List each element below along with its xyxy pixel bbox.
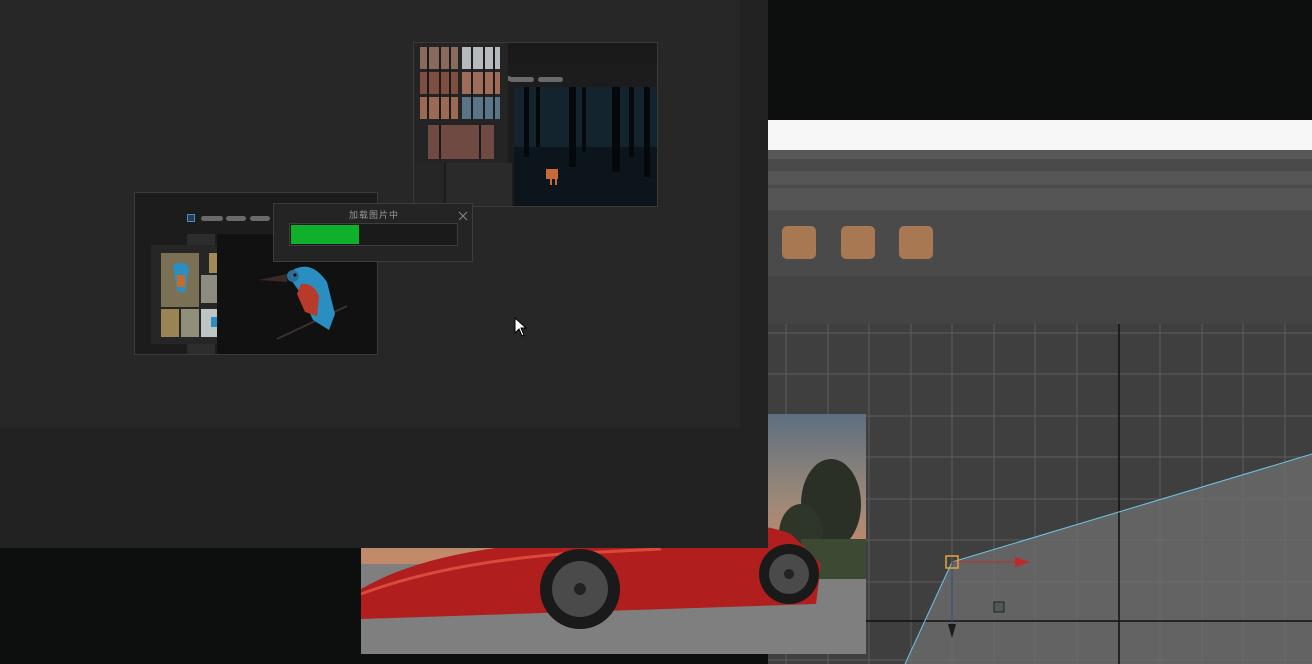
color-swatch-3[interactable] [899, 226, 933, 259]
progress-bar-fill [291, 225, 359, 244]
window-app-icon [187, 214, 195, 222]
panel-stripe [768, 188, 1312, 210]
panel-stripe [768, 171, 1312, 185]
forest-image-art [514, 87, 657, 206]
window-menu-pill [226, 216, 246, 221]
thumbnail-grid-images [420, 47, 500, 159]
background-app-title-bar [768, 120, 1312, 150]
color-swatch-2[interactable] [841, 226, 875, 259]
curve-fill-area [905, 454, 1312, 664]
loading-dialog-title: 加载图片中 [348, 211, 399, 221]
preview-window-forest[interactable] [413, 42, 658, 207]
forest-image [514, 87, 657, 206]
window-sidebar-panel [446, 163, 512, 206]
loading-dialog: 加载图片中 [273, 203, 473, 262]
curve-secondary-handle[interactable] [993, 601, 1005, 613]
close-icon[interactable] [457, 207, 469, 221]
window-menu-pill [250, 216, 270, 221]
color-swatch-1[interactable] [782, 226, 816, 259]
progress-bar [289, 223, 458, 246]
window-sidebar [414, 163, 444, 206]
panel-stripe [768, 276, 1312, 324]
window-menu-pill [538, 77, 563, 82]
window-menu-pill [201, 216, 223, 221]
thumbnail-grid [414, 43, 508, 163]
window-menu-pill [509, 77, 534, 82]
mouse-pointer-icon [514, 316, 528, 337]
panel-stripe [768, 150, 1312, 159]
